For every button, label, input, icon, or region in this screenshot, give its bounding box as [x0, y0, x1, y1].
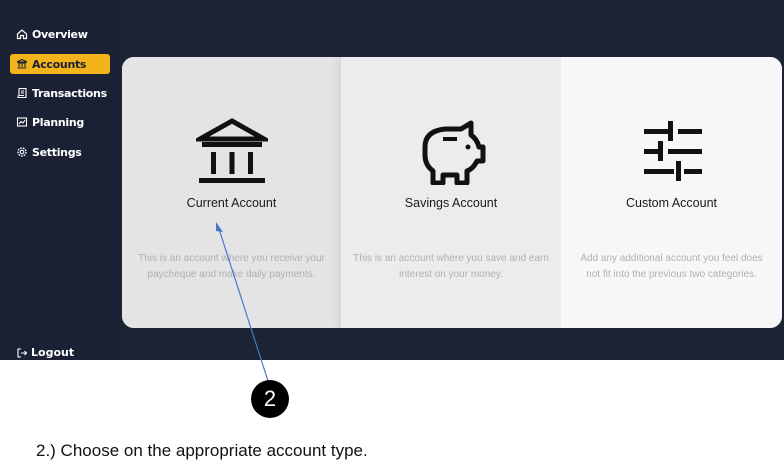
- savings-account-description: This is an account where you save and ea…: [353, 253, 549, 280]
- sidebar-item-overview[interactable]: Overview: [10, 24, 110, 44]
- sidebar-item-settings[interactable]: Settings: [10, 142, 110, 162]
- sidebar-item-label: Accounts: [32, 57, 87, 71]
- logout-label: Logout: [31, 346, 75, 359]
- instruction-text: 2.) Choose on the appropriate account ty…: [36, 441, 368, 460]
- custom-account-title: Custom Account: [625, 196, 717, 210]
- custom-account-description: Add any additional account you feel does…: [580, 253, 763, 280]
- chart-icon: [16, 116, 28, 128]
- current-account-title: Current Account: [186, 196, 277, 210]
- receipt-icon: [16, 87, 28, 99]
- current-account-card[interactable]: Current Account This is an account where…: [122, 57, 341, 328]
- sliders-icon: [643, 121, 702, 181]
- custom-account-card[interactable]: Custom Account Add any additional accoun…: [561, 57, 782, 328]
- sidebar-item-planning[interactable]: Planning: [10, 112, 110, 132]
- account-type-cards: Current Account This is an account where…: [122, 57, 782, 328]
- gear-icon: [16, 146, 28, 158]
- bank-icon: [16, 58, 28, 70]
- sidebar: Overview Accounts Transactions Planning …: [0, 0, 118, 360]
- savings-account-title: Savings Account: [404, 196, 498, 210]
- sidebar-item-transactions[interactable]: Transactions: [10, 83, 110, 103]
- bank-icon: [195, 118, 268, 183]
- sidebar-item-label: Settings: [32, 145, 82, 159]
- current-account-description: This is an account where you receive you…: [138, 253, 325, 280]
- logout-button[interactable]: Logout: [16, 346, 74, 359]
- piggy-bank-icon: [422, 120, 486, 185]
- sidebar-item-label: Overview: [32, 27, 88, 41]
- step-number-badge: 2: [251, 380, 289, 418]
- sidebar-item-accounts[interactable]: Accounts: [10, 54, 110, 74]
- home-icon: [16, 28, 28, 40]
- savings-account-card[interactable]: Savings Account This is an account where…: [341, 57, 561, 328]
- logout-icon: [16, 347, 28, 359]
- sidebar-item-label: Transactions: [32, 86, 107, 100]
- sidebar-item-label: Planning: [32, 115, 84, 129]
